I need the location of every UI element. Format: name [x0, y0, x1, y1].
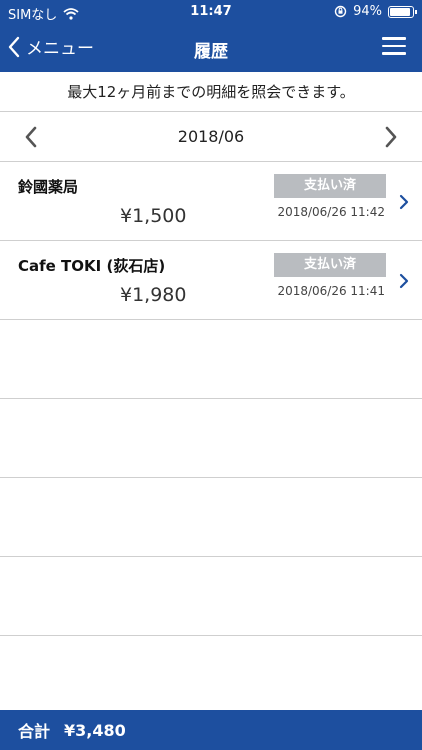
- transaction-row[interactable]: Cafe TOKI (荻石店) ¥1,980 支払い済 2018/06/26 1…: [0, 241, 422, 320]
- next-month-button[interactable]: [376, 123, 404, 151]
- chevron-right-icon: [399, 273, 409, 289]
- empty-row: [0, 478, 422, 557]
- empty-row: [0, 557, 422, 636]
- page-title: 履歴: [194, 42, 228, 62]
- transaction-amount: ¥1,980: [120, 284, 187, 306]
- history-notice: 最大12ヶ月前までの明細を照会できます。: [0, 72, 422, 112]
- transaction-row[interactable]: 鈴國薬局 ¥1,500 支払い済 2018/06/26 11:42: [0, 162, 422, 241]
- status-bar: SIMなし 11:47 94%: [0, 0, 422, 24]
- empty-row: [0, 636, 422, 715]
- total-label: 合計: [18, 722, 51, 741]
- transaction-datetime: 2018/06/26 11:41: [277, 284, 385, 298]
- total-value: ¥3,480: [64, 720, 126, 740]
- transaction-datetime: 2018/06/26 11:42: [277, 205, 385, 219]
- total-footer: 合計 ¥3,480: [0, 710, 422, 750]
- merchant-name: 鈴國薬局: [18, 178, 79, 196]
- battery-percent: 94%: [353, 4, 382, 19]
- battery-icon: [388, 5, 417, 18]
- battery-fill: [390, 7, 410, 16]
- empty-row: [0, 399, 422, 478]
- nav-bar: メニュー 履歴: [0, 24, 422, 72]
- status-badge: 支払い済: [274, 253, 386, 277]
- chevron-right-icon: [385, 126, 397, 148]
- app-header: SIMなし 11:47 94% メニュー 履歴: [0, 0, 422, 72]
- current-month: 2018/06: [177, 127, 245, 146]
- hamburger-menu-icon[interactable]: [382, 37, 406, 57]
- status-right: 94%: [334, 4, 417, 19]
- orientation-lock-icon: [334, 5, 347, 18]
- merchant-name: Cafe TOKI (荻石店): [18, 257, 166, 275]
- month-selector: 2018/06: [0, 112, 422, 162]
- status-badge: 支払い済: [274, 174, 386, 198]
- transaction-amount: ¥1,500: [120, 205, 187, 227]
- transaction-list: 鈴國薬局 ¥1,500 支払い済 2018/06/26 11:42 Cafe T…: [0, 162, 422, 715]
- empty-row: [0, 320, 422, 399]
- chevron-right-icon: [399, 194, 409, 210]
